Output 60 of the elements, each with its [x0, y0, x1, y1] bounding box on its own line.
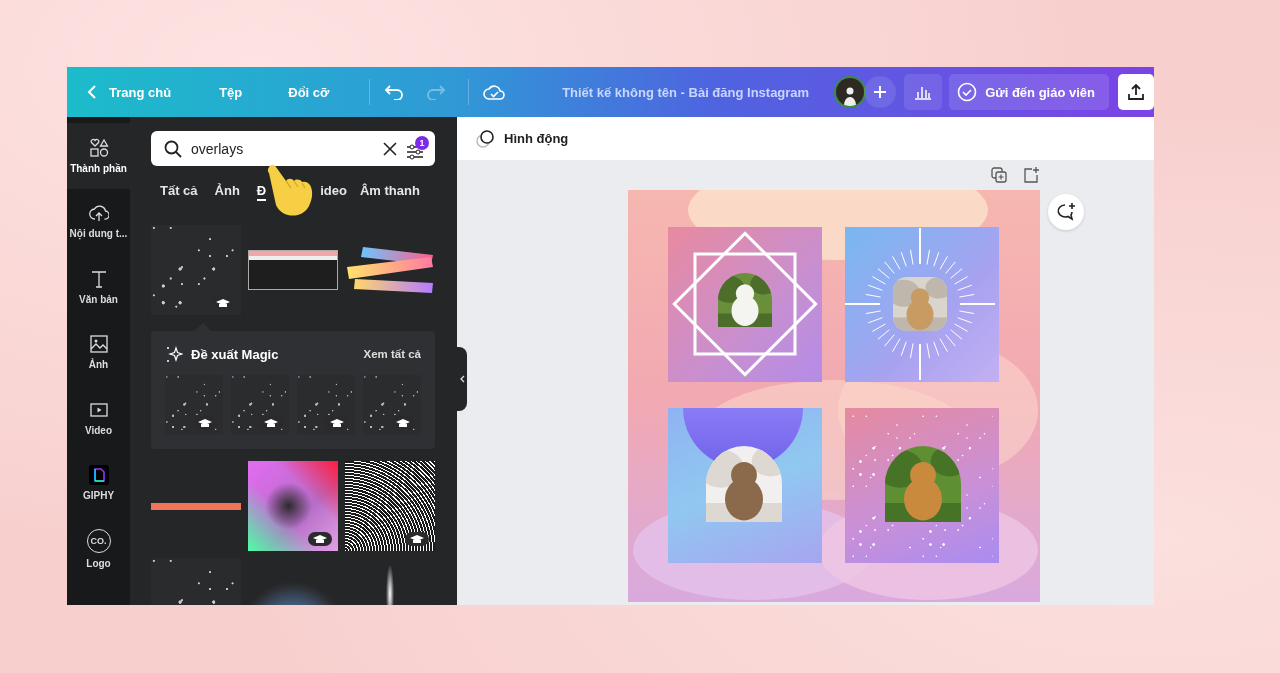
sidebar-item[interactable]: GIPHY [67, 450, 130, 516]
cloud-check-icon [483, 84, 506, 100]
send-to-teacher-button[interactable]: Gửi đến giáo viên [949, 74, 1109, 110]
search-icon [164, 139, 182, 158]
category-tab[interactable]: Đ [256, 183, 267, 201]
collapse-panel-handle[interactable] [457, 347, 467, 411]
clear-button[interactable] [383, 141, 397, 156]
avatar[interactable] [834, 76, 867, 108]
insights-button[interactable] [904, 74, 943, 110]
category-tab[interactable]: Âm thanh [360, 183, 420, 201]
sidebar-item[interactable]: Thành phần [67, 123, 130, 189]
share-button[interactable] [1118, 74, 1154, 110]
category-tab[interactable]: Ảnh [214, 183, 240, 201]
category-tab[interactable]: ideo [320, 183, 347, 201]
animate-icon [475, 128, 495, 149]
person-silhouette-icon [836, 78, 865, 106]
gradient-thumbnail[interactable] [248, 461, 338, 551]
chevron-left-icon [87, 84, 97, 100]
upload-icon [1127, 83, 1145, 101]
rays-thumbnail[interactable] [345, 461, 435, 551]
graduation-cap-icon [308, 532, 332, 546]
sparkles-icon [165, 345, 183, 363]
cloud-upload-icon [88, 203, 109, 224]
filter-count-badge: 1 [415, 136, 429, 150]
design-title: Thiết kế không tên - Bài đăng Instagram [562, 84, 810, 100]
bar-chart-icon [914, 84, 933, 100]
duplicate-icon [991, 167, 1007, 183]
sparkle-texture-thumbnail[interactable] [297, 375, 355, 435]
category-tab[interactable]: Tất cả [160, 183, 198, 201]
sidebar-item[interactable]: CO. Logo [67, 516, 130, 582]
graduation-cap-icon [405, 532, 429, 546]
sparkle-texture-thumbnail[interactable] [151, 225, 241, 315]
sidebar-item[interactable]: Video [67, 385, 130, 451]
close-icon [383, 141, 397, 156]
add-page-icon [1023, 167, 1039, 183]
redo-icon [426, 84, 447, 100]
see-all-link[interactable]: Xem tất cả [363, 348, 421, 360]
section-title: Đề xuất Magic [191, 346, 280, 362]
sidebar-item[interactable]: Nội dung t... [67, 188, 130, 254]
undo-button[interactable] [384, 84, 405, 100]
animate-button[interactable]: Hình động [469, 127, 575, 150]
sidebar-item[interactable]: Văn bản [67, 254, 130, 320]
image-icon [88, 334, 109, 355]
sparkle-texture-thumbnail[interactable] [231, 375, 289, 435]
sparkle-texture-thumbnail[interactable] [165, 375, 223, 435]
cloud-saved-button[interactable] [483, 84, 506, 100]
undo-icon [384, 84, 405, 100]
shapes-icon [88, 137, 109, 158]
sidebar-item[interactable]: Ảnh [67, 319, 130, 385]
giphy-icon [88, 465, 109, 486]
sparkle-texture-thumbnail[interactable] [363, 375, 421, 435]
check-circle-icon [957, 82, 978, 102]
plus-icon [873, 85, 888, 99]
add-comment-button[interactable] [1048, 194, 1084, 230]
search-input[interactable]: overlays [191, 140, 374, 157]
filter-button[interactable]: 1 [406, 136, 429, 161]
add-member-button[interactable] [864, 76, 897, 108]
chevron-left-icon [459, 375, 465, 383]
search-field[interactable]: overlays 1 [151, 131, 435, 166]
comment-plus-icon [1056, 202, 1076, 222]
